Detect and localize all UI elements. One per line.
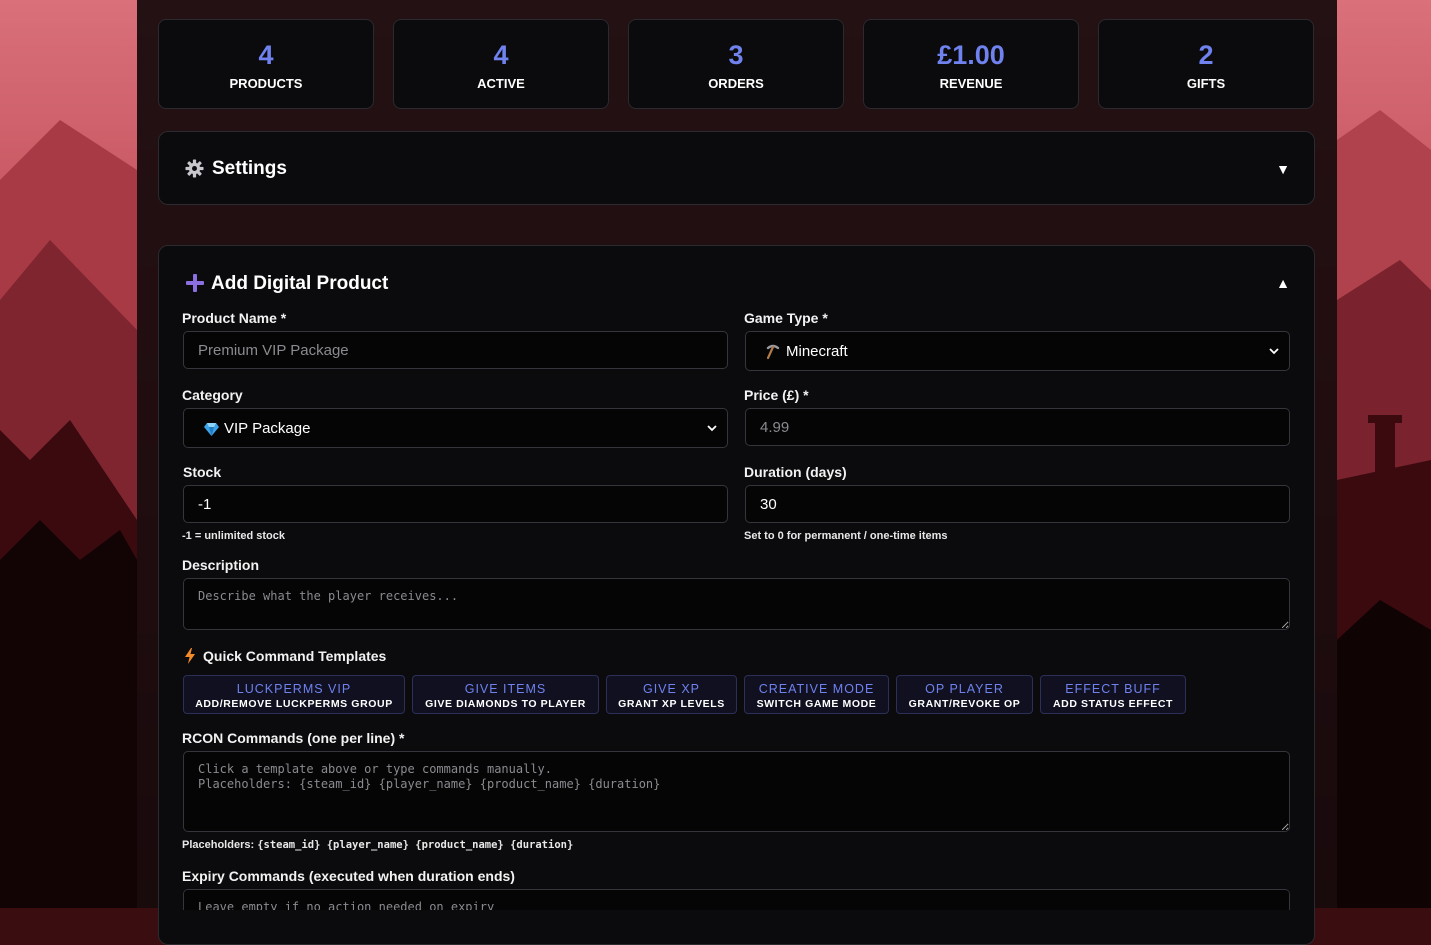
- stock-hint: -1 = unlimited stock: [182, 530, 285, 542]
- chevron-up-icon[interactable]: ▲: [1276, 275, 1290, 291]
- add-product-title: Add Digital Product: [211, 273, 389, 294]
- category-label: Category: [182, 387, 243, 403]
- game-type-select[interactable]: Minecraft: [745, 331, 1290, 371]
- game-type-label: Game Type *: [744, 310, 828, 326]
- template-desc: GRANT XP LEVELS: [618, 698, 725, 710]
- stat-label: ACTIVE: [477, 76, 525, 91]
- pickaxe-icon: [766, 344, 780, 360]
- rcon-label: RCON Commands (one per line) *: [182, 730, 405, 746]
- stat-card-gifts: 2 GIFTS: [1098, 19, 1314, 109]
- lightning-icon: [185, 648, 195, 664]
- category-value: VIP Package: [224, 420, 311, 437]
- expiry-commands-textarea[interactable]: [183, 889, 1290, 910]
- template-name: GIVE ITEMS: [464, 682, 547, 696]
- template-desc: GIVE DIAMONDS TO PLAYER: [425, 698, 586, 710]
- stat-label: REVENUE: [939, 76, 1003, 91]
- price-label: Price (£) *: [744, 387, 809, 403]
- template-name: EFFECT BUFF: [1065, 682, 1161, 696]
- template-name: CREATIVE MODE: [758, 682, 875, 696]
- stat-label: GIFTS: [1186, 76, 1226, 91]
- stat-label: ORDERS: [708, 76, 764, 91]
- settings-title: Settings: [212, 158, 287, 179]
- template-give-xp-button[interactable]: GIVE XP GRANT XP LEVELS: [606, 675, 737, 714]
- duration-input[interactable]: [745, 485, 1290, 523]
- quick-templates-label: Quick Command Templates: [203, 648, 387, 664]
- gear-icon: [185, 159, 204, 178]
- price-input[interactable]: [745, 408, 1290, 446]
- template-desc: GRANT/REVOKE OP: [908, 698, 1021, 710]
- plus-icon: [186, 274, 204, 292]
- stat-value: 3: [728, 40, 744, 70]
- product-name-label: Product Name *: [182, 310, 287, 326]
- rcon-commands-textarea[interactable]: [183, 751, 1290, 832]
- template-desc: ADD/REMOVE LUCKPERMS GROUP: [195, 698, 393, 710]
- template-creative-mode-button[interactable]: CREATIVE MODE SWITCH GAME MODE: [744, 675, 889, 714]
- template-name: OP PLAYER: [925, 682, 1004, 696]
- gem-icon: [204, 423, 219, 436]
- stat-card-active: 4 ACTIVE: [393, 19, 609, 109]
- template-name: LUCKPERMS VIP: [236, 682, 352, 696]
- chevron-down-icon: [1269, 348, 1279, 355]
- description-label: Description: [182, 557, 260, 573]
- stock-input[interactable]: [183, 485, 728, 523]
- stock-label: Stock: [183, 464, 222, 480]
- duration-label: Duration (days): [744, 464, 847, 480]
- stat-card-products: 4 PRODUCTS: [158, 19, 374, 109]
- expiry-label: Expiry Commands (executed when duration …: [182, 868, 515, 884]
- stat-value: 4: [493, 40, 509, 70]
- stat-label: PRODUCTS: [229, 76, 303, 91]
- rcon-hint: Placeholders: {steam_id} {player_name} {…: [182, 839, 573, 851]
- chevron-down-icon[interactable]: ▼: [1276, 161, 1290, 177]
- category-select[interactable]: VIP Package: [183, 408, 728, 448]
- stat-card-revenue: £1.00 REVENUE: [863, 19, 1079, 109]
- duration-hint: Set to 0 for permanent / one-time items: [744, 530, 948, 542]
- stat-card-orders: 3 ORDERS: [628, 19, 844, 109]
- rcon-hint-codes: {steam_id} {player_name} {product_name} …: [257, 839, 574, 851]
- settings-section-header[interactable]: Settings ▼: [158, 131, 1315, 205]
- template-name: GIVE XP: [642, 682, 701, 696]
- chevron-down-icon: [707, 425, 717, 432]
- template-desc: ADD STATUS EFFECT: [1052, 698, 1174, 710]
- product-name-input[interactable]: [183, 331, 728, 369]
- dashboard-content: 4 PRODUCTS 4 ACTIVE 3 ORDERS £1.00 REVEN…: [0, 0, 1431, 945]
- game-type-value: Minecraft: [786, 343, 848, 360]
- template-desc: SWITCH GAME MODE: [756, 698, 877, 710]
- description-textarea[interactable]: [183, 578, 1290, 630]
- stat-value: 2: [1198, 40, 1214, 70]
- template-luckperms-vip-button[interactable]: LUCKPERMS VIP ADD/REMOVE LUCKPERMS GROUP: [183, 675, 405, 714]
- template-op-player-button[interactable]: OP PLAYER GRANT/REVOKE OP: [896, 675, 1033, 714]
- stat-value: £1.00: [937, 40, 1005, 70]
- stat-value: 4: [258, 40, 274, 70]
- template-give-items-button[interactable]: GIVE ITEMS GIVE DIAMONDS TO PLAYER: [412, 675, 599, 714]
- template-effect-buff-button[interactable]: EFFECT BUFF ADD STATUS EFFECT: [1040, 675, 1186, 714]
- rcon-hint-prefix: Placeholders:: [182, 839, 255, 851]
